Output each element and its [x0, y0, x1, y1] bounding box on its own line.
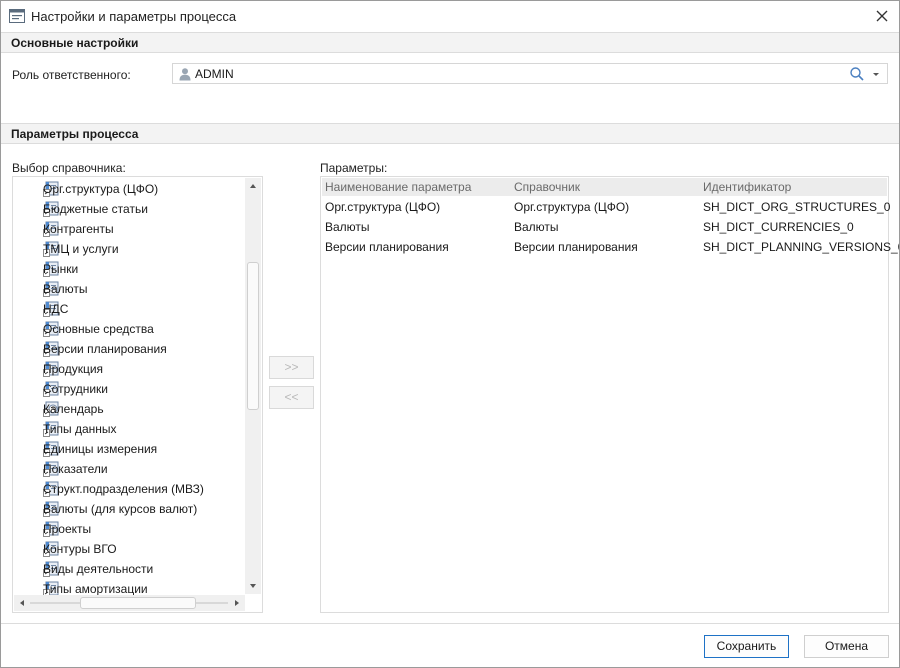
- list-item[interactable]: Единицы измерения: [23, 439, 243, 459]
- param-identifier-cell: SH_DICT_PLANNING_VERSIONS_0: [703, 240, 900, 254]
- scroll-left-icon[interactable]: [14, 595, 30, 611]
- list-item-label: НДС: [43, 302, 69, 316]
- scroll-right-icon[interactable]: [229, 595, 245, 611]
- dialog-window: Настройки и параметры процесса Основные …: [0, 0, 900, 668]
- cancel-button[interactable]: Отмена: [804, 635, 889, 658]
- table-row[interactable]: Орг.структура (ЦФО) Орг.структура (ЦФО) …: [322, 197, 891, 217]
- list-item[interactable]: Версии планирования: [23, 339, 243, 359]
- horizontal-scrollbar[interactable]: [14, 595, 245, 611]
- list-item-label: Календарь: [43, 402, 104, 416]
- list-item-label: Валюты: [43, 282, 88, 296]
- list-item-label: Бюджетные статьи: [43, 202, 148, 216]
- list-item[interactable]: Контрагенты: [23, 219, 243, 239]
- footer-divider: [1, 623, 899, 624]
- list-item[interactable]: Показатели: [23, 459, 243, 479]
- param-identifier-cell: SH_DICT_CURRENCIES_0: [703, 220, 854, 234]
- list-item[interactable]: Сотрудники: [23, 379, 243, 399]
- list-item-label: Структ.подразделения (МВЗ): [43, 482, 204, 496]
- parameters-table[interactable]: Наименование параметра Справочник Иденти…: [320, 176, 899, 613]
- window-settings-icon: [9, 9, 25, 23]
- list-item[interactable]: Типы данных: [23, 419, 243, 439]
- list-item-label: Рынки: [43, 262, 79, 276]
- column-header-name[interactable]: Наименование параметра: [325, 180, 471, 194]
- list-item-label: Показатели: [43, 462, 108, 476]
- list-item[interactable]: Виды деятельности: [23, 559, 243, 579]
- list-item[interactable]: Типы амортизации: [23, 579, 243, 595]
- param-name-cell: Орг.структура (ЦФО): [325, 200, 441, 214]
- user-icon: [178, 67, 192, 81]
- param-identifier-cell: SH_DICT_ORG_STRUCTURES_0: [703, 200, 891, 214]
- list-item-label: Основные средства: [43, 322, 154, 336]
- role-value: ADMIN: [195, 67, 234, 81]
- list-item-label: Версии планирования: [43, 342, 167, 356]
- save-button[interactable]: Сохранить: [704, 635, 789, 658]
- table-row[interactable]: Версии планирования Версии планирования …: [322, 237, 899, 257]
- list-item[interactable]: Основные средства: [23, 319, 243, 339]
- column-header-dictionary[interactable]: Справочник: [514, 180, 580, 194]
- list-item[interactable]: Валюты (для курсов валют): [23, 499, 243, 519]
- column-header-identifier[interactable]: Идентификатор: [703, 180, 791, 194]
- scroll-down-icon[interactable]: [245, 578, 261, 594]
- list-item-label: Контуры ВГО: [43, 542, 117, 556]
- list-item[interactable]: Календарь: [23, 399, 243, 419]
- dictionary-list-viewport: Орг.структура (ЦФО) Бюджетные статьи Контр…: [13, 177, 244, 595]
- add-parameter-button[interactable]: >>: [269, 356, 314, 379]
- list-item-label: Типы данных: [43, 422, 117, 436]
- search-icon[interactable]: [849, 66, 865, 82]
- param-name-cell: Версии планирования: [325, 240, 449, 254]
- table-row[interactable]: Валюты Валюты SH_DICT_CURRENCIES_0: [322, 217, 887, 237]
- horizontal-scroll-thumb[interactable]: [80, 597, 196, 609]
- list-item-label: Валюты (для курсов валют): [43, 502, 198, 516]
- section-basic-header: Основные настройки: [1, 33, 899, 53]
- list-item[interactable]: Контуры ВГО: [23, 539, 243, 559]
- table-header: Наименование параметра Справочник Иденти…: [322, 178, 887, 196]
- list-item-label: Сотрудники: [43, 382, 108, 396]
- parameters-label: Параметры:: [320, 161, 388, 175]
- list-item-label: Типы амортизации: [43, 582, 148, 595]
- list-item-label: ТМЦ и услуги: [43, 242, 119, 256]
- dictionary-list[interactable]: Орг.структура (ЦФО) Бюджетные статьи Контр…: [12, 176, 263, 613]
- param-dictionary-cell: Версии планирования: [514, 240, 638, 254]
- window-title: Настройки и параметры процесса: [31, 9, 237, 24]
- list-item-label: Виды деятельности: [43, 562, 154, 576]
- list-item[interactable]: Продукция: [23, 359, 243, 379]
- vertical-scrollbar[interactable]: [245, 178, 261, 594]
- list-item[interactable]: Валюты: [23, 279, 243, 299]
- chevron-down-icon[interactable]: [869, 66, 883, 82]
- role-combobox[interactable]: ADMIN: [172, 63, 888, 84]
- param-dictionary-cell: Валюты: [514, 220, 559, 234]
- section-params-header: Параметры процесса: [1, 124, 899, 144]
- vertical-scroll-thumb[interactable]: [247, 262, 259, 410]
- list-item[interactable]: Проекты: [23, 519, 243, 539]
- dictionary-list-label: Выбор справочника:: [12, 161, 126, 175]
- list-item-label: Единицы измерения: [43, 442, 158, 456]
- remove-parameter-button[interactable]: <<: [269, 386, 314, 409]
- role-label: Роль ответственного:: [12, 68, 131, 82]
- list-item[interactable]: Структ.подразделения (МВЗ): [23, 479, 243, 499]
- list-item[interactable]: Бюджетные статьи: [23, 199, 243, 219]
- param-name-cell: Валюты: [325, 220, 370, 234]
- close-icon: [876, 10, 888, 22]
- list-item[interactable]: ТМЦ и услуги: [23, 239, 243, 259]
- list-item-label: Продукция: [43, 362, 104, 376]
- list-item[interactable]: НДС: [23, 299, 243, 319]
- param-dictionary-cell: Орг.структура (ЦФО): [514, 200, 630, 214]
- title-bar: Настройки и параметры процесса: [1, 1, 899, 32]
- list-item[interactable]: Рынки: [23, 259, 243, 279]
- scroll-up-icon[interactable]: [245, 178, 261, 194]
- close-button[interactable]: [871, 5, 893, 27]
- list-item[interactable]: Орг.структура (ЦФО): [23, 179, 243, 199]
- list-item-label: Орг.структура (ЦФО): [43, 182, 159, 196]
- list-item-label: Контрагенты: [43, 222, 114, 236]
- list-item-label: Проекты: [43, 522, 92, 536]
